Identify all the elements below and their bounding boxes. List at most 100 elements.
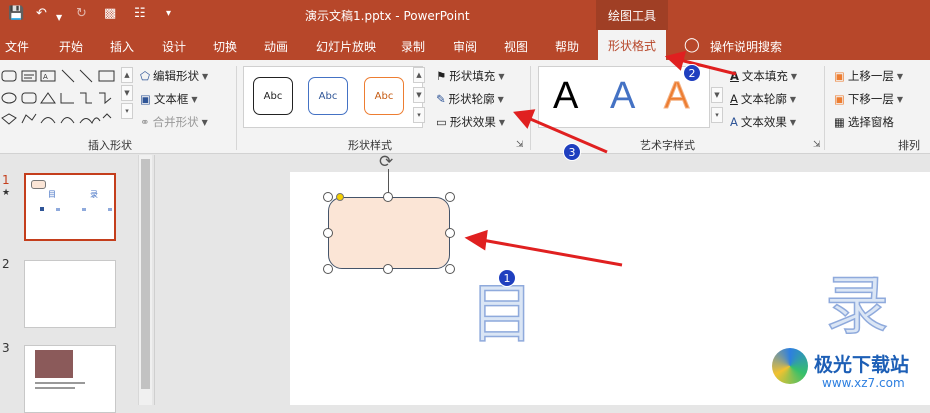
send-backward-button[interactable]: ▣ 下移一层 ▼ bbox=[834, 91, 903, 107]
tab-help[interactable]: 帮助 bbox=[555, 38, 579, 55]
bring-forward-button[interactable]: ▣ 上移一层 ▼ bbox=[834, 68, 903, 84]
resize-handle[interactable] bbox=[445, 192, 455, 202]
shape-style-sample-1[interactable]: Abc bbox=[253, 77, 293, 115]
resize-handle[interactable] bbox=[445, 228, 455, 238]
slide-text-lu[interactable]: 录 bbox=[824, 271, 890, 343]
slide-number: 2 bbox=[2, 257, 10, 271]
thumb-text: 目 bbox=[48, 190, 56, 199]
wordart-sample-3[interactable]: A bbox=[663, 74, 689, 118]
text-box-button[interactable]: ▣ 文本框 ▼ bbox=[140, 91, 198, 107]
selection-pane-button[interactable]: ▦ 选择窗格 bbox=[834, 114, 894, 130]
drawing-tools-context: 绘图工具 bbox=[596, 0, 668, 30]
animation-star-icon: ★ bbox=[2, 188, 11, 198]
resize-handle[interactable] bbox=[383, 264, 393, 274]
merge-shapes-icon: ⚭ bbox=[140, 115, 150, 129]
tab-animations[interactable]: 动画 bbox=[264, 38, 288, 55]
text-outline-button[interactable]: A 文本轮廓 ▼ bbox=[730, 91, 796, 107]
undo-icon[interactable]: ↶ bbox=[36, 6, 47, 22]
group-divider bbox=[824, 66, 825, 150]
paint-bucket-icon: ⚑ bbox=[436, 69, 447, 83]
shape-outline-button[interactable]: ✎ 形状轮廓 ▼ bbox=[436, 91, 504, 107]
shape-fill-button[interactable]: ⚑ 形状填充 ▼ bbox=[436, 68, 504, 84]
wordart-more[interactable]: ▾ bbox=[711, 107, 723, 123]
thumb-mark bbox=[82, 208, 86, 211]
title-bar: 💾 ↶ ▼ ↻ ▩ ☷ ▾ 演示文稿1.pptx - PowerPoint 绘图… bbox=[0, 0, 930, 30]
tab-view[interactable]: 视图 bbox=[504, 38, 528, 55]
selected-rounded-rectangle[interactable] bbox=[328, 197, 450, 269]
tab-design[interactable]: 设计 bbox=[162, 38, 186, 55]
edit-shape-button[interactable]: ⬠ 编辑形状 ▼ bbox=[140, 68, 208, 84]
selection-pane-icon: ▦ bbox=[834, 115, 845, 129]
ribbon-tabs: 文件 开始 插入 设计 切换 动画 幻灯片放映 录制 审阅 视图 帮助 形状格式… bbox=[0, 30, 930, 60]
wordart-group-label: 艺术字样式 bbox=[640, 139, 695, 152]
slide-thumbnail-1[interactable]: 目 录 bbox=[24, 173, 116, 241]
annotation-marker-2: 2 bbox=[683, 64, 701, 82]
bring-forward-icon: ▣ bbox=[834, 69, 845, 83]
shape-gallery[interactable]: A bbox=[0, 66, 132, 132]
wordart-sample-1[interactable]: A bbox=[553, 74, 578, 118]
slide-number: 1 bbox=[2, 173, 10, 187]
shape-gallery-more[interactable]: ▾ bbox=[121, 103, 133, 119]
tab-home[interactable]: 开始 bbox=[59, 38, 83, 55]
shape-gallery-down[interactable]: ▼ bbox=[121, 85, 133, 101]
adjust-handle[interactable] bbox=[336, 193, 344, 201]
from-start-icon[interactable]: ▩ bbox=[104, 6, 116, 22]
wordart-down[interactable]: ▼ bbox=[711, 87, 723, 103]
shape-style-sample-2[interactable]: Abc bbox=[308, 77, 348, 115]
resize-handle[interactable] bbox=[383, 192, 393, 202]
customize-icon[interactable]: ▾ bbox=[166, 6, 171, 22]
annotation-marker-1: 1 bbox=[498, 269, 516, 287]
shape-style-down[interactable]: ▼ bbox=[413, 87, 425, 103]
thumb-text: 录 bbox=[90, 190, 98, 199]
resize-handle[interactable] bbox=[323, 264, 333, 274]
dialog-launcher-icon[interactable]: ⇲ bbox=[516, 140, 524, 150]
undo-dropdown-icon[interactable]: ▼ bbox=[56, 10, 62, 26]
tell-me-search[interactable]: 操作说明搜索 bbox=[710, 38, 782, 55]
tab-file[interactable]: 文件 bbox=[5, 38, 29, 55]
shape-effects-icon: ▭ bbox=[436, 115, 447, 129]
resize-handle[interactable] bbox=[323, 228, 333, 238]
watermark-url: www.xz7.com bbox=[822, 376, 905, 390]
shape-effects-button[interactable]: ▭ 形状效果 ▼ bbox=[436, 114, 505, 130]
tab-insert[interactable]: 插入 bbox=[110, 38, 134, 55]
tab-record[interactable]: 录制 bbox=[401, 38, 425, 55]
thumb-mark bbox=[108, 208, 112, 211]
merge-shapes-button[interactable]: ⚭ 合并形状 ▼ bbox=[140, 114, 208, 130]
redo-icon[interactable]: ↻ bbox=[76, 6, 87, 22]
tab-transitions[interactable]: 切换 bbox=[213, 38, 237, 55]
slide-thumbnail-pane: 1 ★ 目 录 2 3 bbox=[0, 155, 155, 413]
resize-handle[interactable] bbox=[323, 192, 333, 202]
thumb-mark bbox=[56, 208, 60, 211]
tab-review[interactable]: 审阅 bbox=[453, 38, 477, 55]
text-effects-icon: A bbox=[730, 115, 738, 129]
save-icon[interactable]: 💾 bbox=[8, 6, 24, 22]
shape-style-up[interactable]: ▲ bbox=[413, 67, 425, 83]
pencil-icon: ✎ bbox=[436, 92, 446, 106]
shape-style-sample-3[interactable]: Abc bbox=[364, 77, 404, 115]
slide-text-mu[interactable]: 目 bbox=[469, 279, 535, 351]
insert-shapes-group-label: 插入形状 bbox=[88, 139, 132, 152]
tab-shape-format[interactable]: 形状格式 bbox=[598, 30, 666, 60]
thumb-mark bbox=[40, 207, 44, 211]
arrange-group-label: 排列 bbox=[898, 139, 920, 152]
annotation-marker-3: 3 bbox=[563, 143, 581, 161]
shape-style-more[interactable]: ▾ bbox=[413, 107, 425, 123]
scrollbar-thumb[interactable] bbox=[141, 159, 150, 389]
shape-gallery-up[interactable]: ▲ bbox=[121, 67, 133, 83]
slide-thumbnail-2[interactable] bbox=[24, 260, 116, 328]
text-effects-button[interactable]: A 文本效果 ▼ bbox=[730, 114, 796, 130]
wordart-sample-2[interactable]: A bbox=[610, 74, 635, 118]
text-fill-button[interactable]: A 文本填充 ▼ bbox=[730, 68, 797, 84]
watermark-name: 极光下载站 bbox=[814, 354, 910, 376]
thumb-line bbox=[35, 387, 75, 389]
lightbulb-icon: ◯ bbox=[684, 37, 700, 53]
slide-thumbnail-3[interactable] bbox=[24, 345, 116, 413]
slide-number: 3 bbox=[2, 341, 10, 355]
tab-slideshow[interactable]: 幻灯片放映 bbox=[316, 38, 376, 55]
text-box-icon: ▣ bbox=[140, 92, 151, 106]
rotate-handle-icon[interactable]: ⟳ bbox=[379, 152, 393, 172]
preview-icon[interactable]: ☷ bbox=[134, 6, 146, 22]
dialog-launcher-icon[interactable]: ⇲ bbox=[813, 140, 821, 150]
thumbnail-scrollbar[interactable] bbox=[138, 155, 152, 405]
resize-handle[interactable] bbox=[445, 264, 455, 274]
